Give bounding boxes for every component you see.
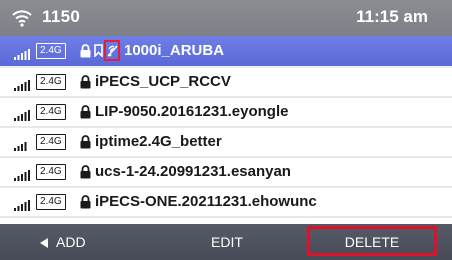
wifi-network-row[interactable]: 2.4G iptime2.4G_better (0, 128, 452, 158)
left-arrow-icon (40, 238, 48, 248)
wifi-network-list: 2.4G 1000i_ARUBA 2.4G iPECS_UCP_RCCV 2.4… (0, 36, 452, 218)
signal-strength-icon (14, 138, 30, 151)
network-ssid: ucs-1-24.20991231.esanyan (95, 163, 291, 180)
wifi-settings-screen: 1150 11:15 am 2.4G 1000i_ARUBA 2.4G iPEC… (0, 0, 452, 260)
network-ssid: 1000i_ARUBA (124, 42, 225, 59)
network-ssid: iPECS_UCP_RCCV (95, 73, 231, 90)
band-badge: 2.4G (36, 74, 66, 90)
signal-strength-icon (14, 78, 30, 91)
add-button[interactable]: ADD (40, 224, 130, 260)
band-badge: 2.4G (36, 43, 66, 59)
lock-icon (80, 44, 91, 58)
bookmark-icon (94, 44, 103, 58)
softkey-bar: ADD EDIT DELETE (0, 224, 452, 260)
band-badge: 2.4G (36, 104, 66, 120)
band-badge: 2.4G (36, 194, 66, 210)
network-ssid: LIP-9050.20161231.eyongle (95, 103, 289, 120)
status-bar: 1150 11:15 am (0, 0, 452, 36)
extension-number: 1150 (42, 7, 81, 26)
band-badge: 2.4G (36, 164, 66, 180)
delete-button[interactable]: DELETE (307, 226, 437, 256)
signal-strength-icon (14, 168, 30, 181)
delete-button-label: DELETE (344, 234, 400, 250)
connected-status-icon (104, 40, 120, 61)
wifi-network-row[interactable]: 2.4G 1000i_ARUBA (0, 36, 452, 68)
lock-icon (80, 165, 91, 179)
clock-time: 11:15 am (356, 7, 428, 26)
signal-strength-icon (14, 47, 30, 60)
network-ssid: iPECS-ONE.20211231.ehowunc (95, 193, 317, 210)
edit-button-label: EDIT (211, 234, 243, 250)
edit-button[interactable]: EDIT (192, 224, 262, 260)
lock-icon (80, 75, 91, 89)
band-badge: 2.4G (36, 134, 66, 150)
wifi-network-row[interactable]: 2.4G iPECS_UCP_RCCV (0, 68, 452, 98)
network-ssid: iptime2.4G_better (95, 133, 222, 150)
wifi-network-row[interactable]: 2.4G LIP-9050.20161231.eyongle (0, 98, 452, 128)
add-button-label: ADD (56, 234, 86, 250)
signal-strength-icon (14, 108, 30, 121)
signal-strength-icon (14, 198, 30, 211)
wifi-network-row[interactable]: 2.4G ucs-1-24.20991231.esanyan (0, 158, 452, 188)
lock-icon (80, 105, 91, 119)
lock-icon (80, 135, 91, 149)
wifi-icon (12, 9, 32, 27)
lock-icon (80, 195, 91, 209)
wifi-network-row[interactable]: 2.4G iPECS-ONE.20211231.ehowunc (0, 188, 452, 218)
